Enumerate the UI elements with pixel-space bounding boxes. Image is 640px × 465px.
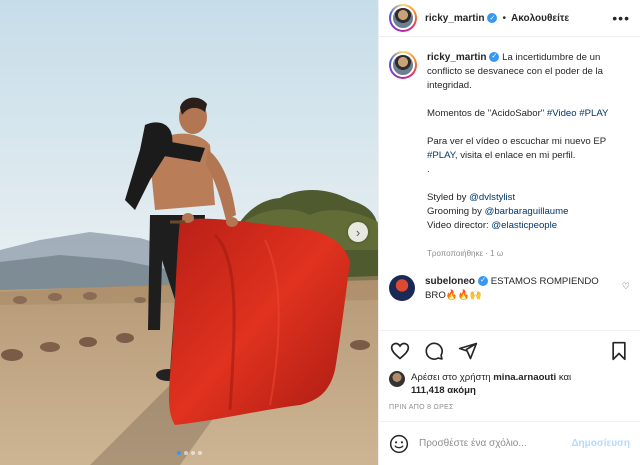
carousel-next-button[interactable]: ›	[348, 222, 368, 242]
edited-meta: Τροποποιήθηκε · 1 ω	[427, 249, 504, 258]
emoji-icon[interactable]	[389, 434, 409, 454]
carousel-dot	[183, 451, 188, 455]
instagram-post: › ricky_martin ✓ • Ακολουθείτε ••• ricky…	[0, 0, 640, 465]
add-comment-bar: Δημοσίευση	[379, 421, 640, 465]
post-photo	[0, 0, 378, 465]
caption-text: .	[427, 164, 430, 175]
next-arrow-icon: ›	[355, 224, 361, 240]
commenter-avatar[interactable]	[389, 275, 415, 301]
caption-text: Grooming by	[427, 206, 485, 217]
comment-icon[interactable]	[423, 340, 445, 362]
comment-input[interactable]	[419, 438, 572, 449]
action-icons	[389, 339, 630, 363]
likes-summary: Αρέσει στο χρήστη mina.arnaouti και 111,…	[389, 371, 630, 397]
caption-author-avatar[interactable]	[389, 51, 417, 79]
verified-icon: ✓	[487, 13, 498, 23]
comments-section[interactable]: ricky_martin ✓ La incertidumbre de un con…	[379, 37, 640, 330]
carousel-dot	[197, 451, 202, 455]
carousel-dot	[190, 451, 195, 455]
following-button[interactable]: Ακολουθείτε	[511, 13, 569, 24]
post-side-panel: ricky_martin ✓ • Ακολουθείτε ••• ricky_m…	[378, 0, 640, 465]
liker-username[interactable]: mina.arnaouti	[493, 372, 556, 383]
comment-body: subeloneo ✓ ESTAMOS ROMPIENDO BRO🔥🔥🙌	[425, 275, 615, 303]
caption-username[interactable]: ricky_martin	[427, 52, 486, 63]
likes-text: Αρέσει στο χρήστη mina.arnaouti και 111,…	[411, 371, 571, 397]
verified-icon: ✓	[489, 52, 500, 63]
save-icon[interactable]	[608, 340, 630, 362]
hashtag-link[interactable]: #PLAY	[579, 108, 608, 119]
likes-count[interactable]: 111,418 ακόμη	[411, 385, 476, 396]
post-actions: Αρέσει στο χρήστη mina.arnaouti και 111,…	[379, 330, 640, 421]
comment-like-icon[interactable]: ♡	[622, 281, 630, 292]
carousel-dot	[176, 451, 181, 455]
header-separator: •	[502, 12, 506, 24]
post-header: ricky_martin ✓ • Ακολουθείτε •••	[379, 0, 640, 37]
post-time[interactable]: ΠΡΙΝ ΑΠΟ 8 ΩΡΕΣ	[389, 404, 630, 411]
more-icon[interactable]: •••	[612, 10, 630, 26]
mention-link[interactable]: @dvlstylist	[469, 192, 515, 203]
likes-middle: και	[556, 372, 572, 383]
commenter-username[interactable]: subeloneo	[425, 276, 475, 287]
mention-link[interactable]: @elasticpeople	[491, 220, 557, 231]
caption-text: Momentos de "AcidoSabor"	[427, 108, 547, 119]
post-comment-button[interactable]: Δημοσίευση	[571, 438, 630, 449]
carousel-dots	[0, 451, 378, 455]
caption-row: ricky_martin ✓ La incertidumbre de un con…	[389, 51, 630, 275]
post-media[interactable]: ›	[0, 0, 378, 465]
hashtag-link[interactable]: #PLAY	[427, 150, 455, 161]
caption-text: Para ver el vídeo o escuchar mi nuevo EP	[427, 136, 607, 147]
post-caption: ricky_martin ✓ La incertidumbre de un con…	[427, 51, 630, 275]
mention-link[interactable]: @barbaraguillaume	[485, 206, 569, 217]
share-icon[interactable]	[457, 340, 479, 362]
comment-item: subeloneo ✓ ESTAMOS ROMPIENDO BRO🔥🔥🙌 ♡	[389, 275, 630, 303]
likes-prefix: Αρέσει στο χρήστη	[411, 372, 494, 383]
heart-icon[interactable]	[389, 340, 411, 362]
verified-icon: ✓	[478, 276, 489, 287]
liker-avatar[interactable]	[389, 371, 405, 387]
caption-text: Video director:	[427, 220, 492, 231]
author-avatar[interactable]	[389, 4, 417, 32]
hashtag-link[interactable]: #Video	[547, 108, 577, 119]
author-username[interactable]: ricky_martin	[425, 13, 484, 24]
caption-text: , visita el enlace en mi perfil.	[454, 150, 576, 161]
caption-text: Styled by	[427, 192, 470, 203]
